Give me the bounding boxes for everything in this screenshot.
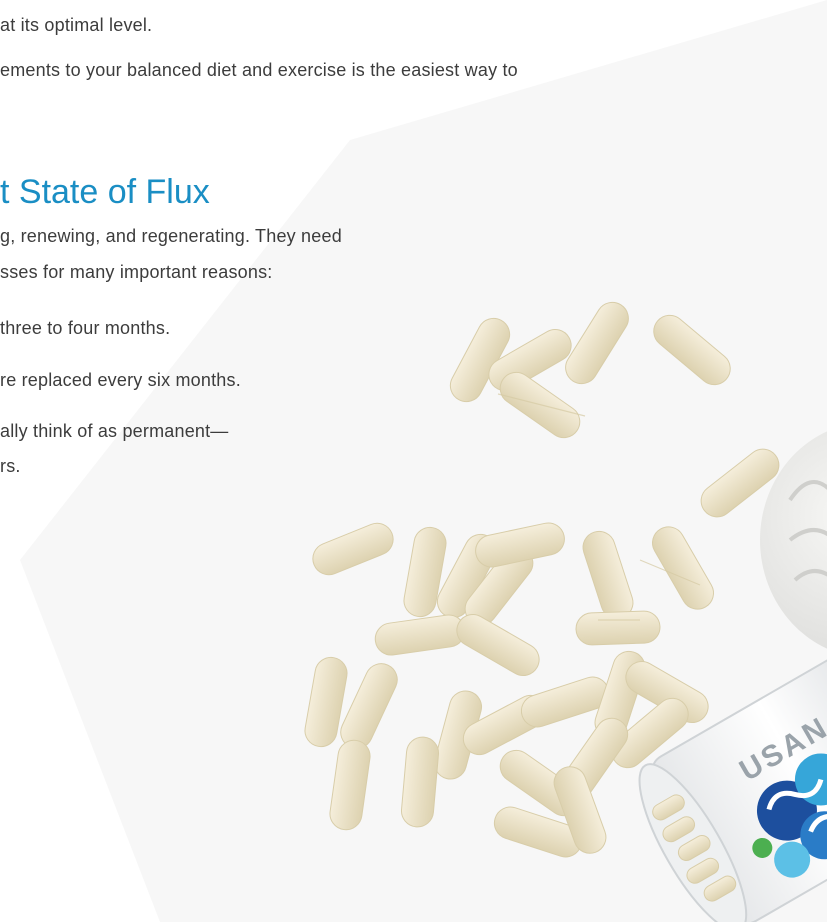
supplement-photo: USAN [20,0,827,922]
list-item: re replaced every six months. [0,370,241,390]
body-text-line: sses for many important reasons: [0,262,273,282]
page: USAN at its optimal level. ements to you… [0,0,827,922]
body-text-line: g, renewing, and regenerating. They need [0,226,342,246]
body-text-line: ements to your balanced diet and exercis… [0,60,518,80]
list-item: three to four months. [0,318,171,338]
body-text-line: at its optimal level. [0,15,153,35]
list-item: ally think of as permanent— [0,421,229,441]
list-item: rs. [0,456,21,476]
section-heading: t State of Flux [0,173,210,211]
